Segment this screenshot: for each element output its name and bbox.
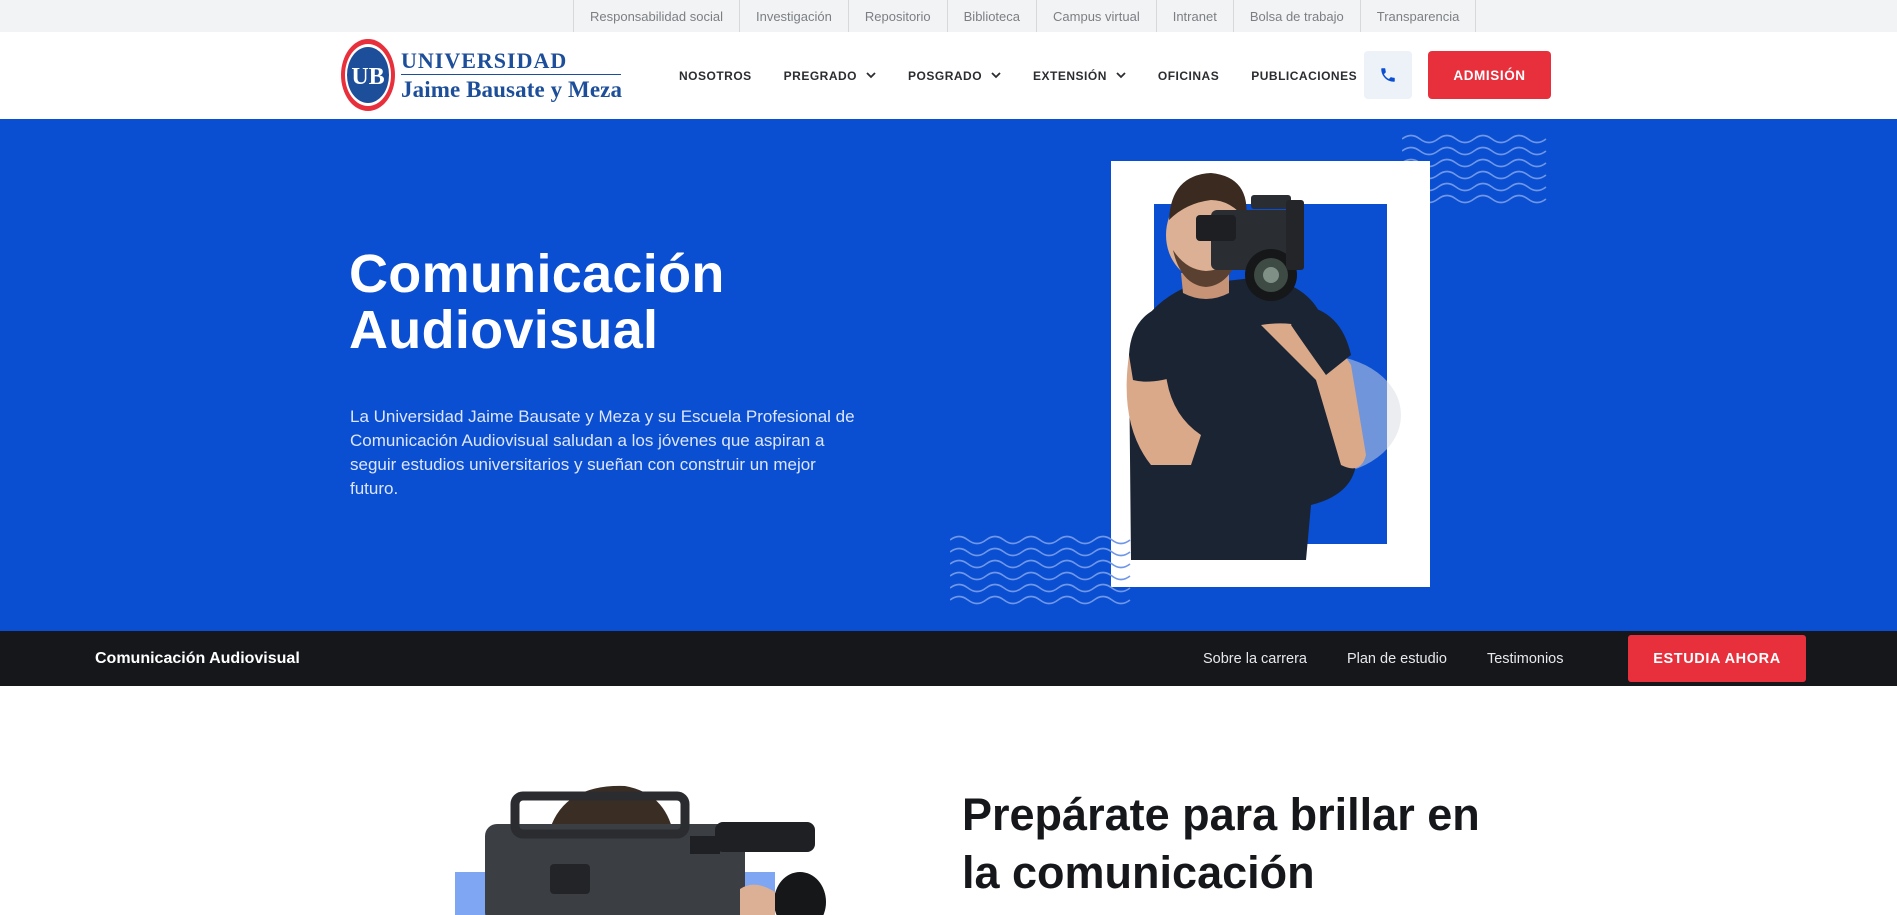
chevron-down-icon	[866, 72, 876, 79]
section-nav-links: Sobre la carrera Plan de estudio Testimo…	[1203, 631, 1604, 686]
nav-item-posgrado[interactable]: POSGRADO	[908, 69, 1001, 83]
chevron-down-icon	[1116, 72, 1126, 79]
nav-item-label: OFICINAS	[1157, 68, 1220, 83]
nav-item-oficinas[interactable]: OFICINAS	[1158, 69, 1219, 83]
section-link-plan-de-estudio[interactable]: Plan de estudio	[1347, 651, 1447, 667]
phone-button[interactable]	[1364, 51, 1412, 99]
utility-link-responsabilidad-social[interactable]: Responsabilidad social	[574, 0, 740, 32]
camera-operator-photo	[455, 785, 826, 915]
university-logo[interactable]: UB UNIVERSIDAD Jaime Bausate y Meza	[340, 36, 622, 114]
logo-line-1: UNIVERSIDAD	[401, 47, 568, 73]
utility-bar: Responsabilidad social Investigación Rep…	[0, 0, 1897, 32]
main-header: UB UNIVERSIDAD Jaime Bausate y Meza NOSO…	[0, 32, 1897, 119]
cameraman-photo	[1126, 173, 1401, 560]
section-nav-bar: Comunicación Audiovisual Sobre la carrer…	[0, 631, 1897, 686]
nav-item-label: PREGRADO	[783, 68, 858, 83]
utility-link-transparencia[interactable]: Transparencia	[1361, 0, 1477, 32]
nav-item-pregrado[interactable]: PREGRADO	[784, 69, 876, 83]
wave-pattern-decoration	[950, 535, 1131, 605]
section-link-sobre-la-carrera[interactable]: Sobre la carrera	[1203, 651, 1307, 667]
logo-monogram: UB	[351, 64, 384, 90]
hero-title: Comunicación Audiovisual	[349, 244, 725, 360]
section-link-testimonios[interactable]: Testimonios	[1487, 651, 1564, 667]
hero-banner: Comunicación Audiovisual La Universidad …	[0, 119, 1897, 631]
nav-item-label: EXTENSIÓN	[1033, 68, 1107, 83]
admision-button[interactable]: ADMISIÓN	[1428, 51, 1551, 99]
utility-links: Responsabilidad social Investigación Rep…	[573, 0, 1477, 32]
utility-link-investigacion[interactable]: Investigación	[740, 0, 849, 32]
nav-item-label: PUBLICACIONES	[1251, 68, 1358, 83]
hero-description: La Universidad Jaime Bausate y Meza y su…	[350, 407, 855, 498]
nav-item-nosotros[interactable]: NOSOTROS	[679, 69, 752, 83]
logo-rule	[401, 73, 621, 75]
phone-icon	[1381, 68, 1395, 82]
nav-item-extension[interactable]: EXTENSIÓN	[1033, 69, 1126, 83]
nav-item-label: POSGRADO	[908, 68, 983, 83]
logo-line-2: Jaime Bausate y Meza	[401, 76, 623, 102]
utility-link-biblioteca[interactable]: Biblioteca	[948, 0, 1038, 32]
nav-item-publicaciones[interactable]: PUBLICACIONES	[1251, 69, 1376, 83]
section-heading: Prepárate para brillar en la comunicació…	[962, 789, 1480, 898]
nav-item-label: NOSOTROS	[679, 68, 752, 83]
estudia-ahora-button[interactable]: ESTUDIA AHORA	[1628, 635, 1806, 682]
content-section: Prepárate para brillar en la comunicació…	[0, 686, 1897, 915]
utility-link-campus-virtual[interactable]: Campus virtual	[1037, 0, 1157, 32]
utility-link-repositorio[interactable]: Repositorio	[849, 0, 948, 32]
university-seal-icon: UB	[341, 39, 395, 111]
section-nav-title: Comunicación Audiovisual	[95, 649, 300, 667]
logo-wordmark: UNIVERSIDAD Jaime Bausate y Meza	[401, 47, 623, 102]
main-nav: NOSOTROS PREGRADO POSGRADO EXTENSIÓN OFI…	[679, 32, 1376, 119]
utility-link-intranet[interactable]: Intranet	[1157, 0, 1234, 32]
utility-link-bolsa-de-trabajo[interactable]: Bolsa de trabajo	[1234, 0, 1361, 32]
chevron-down-icon	[991, 72, 1001, 79]
